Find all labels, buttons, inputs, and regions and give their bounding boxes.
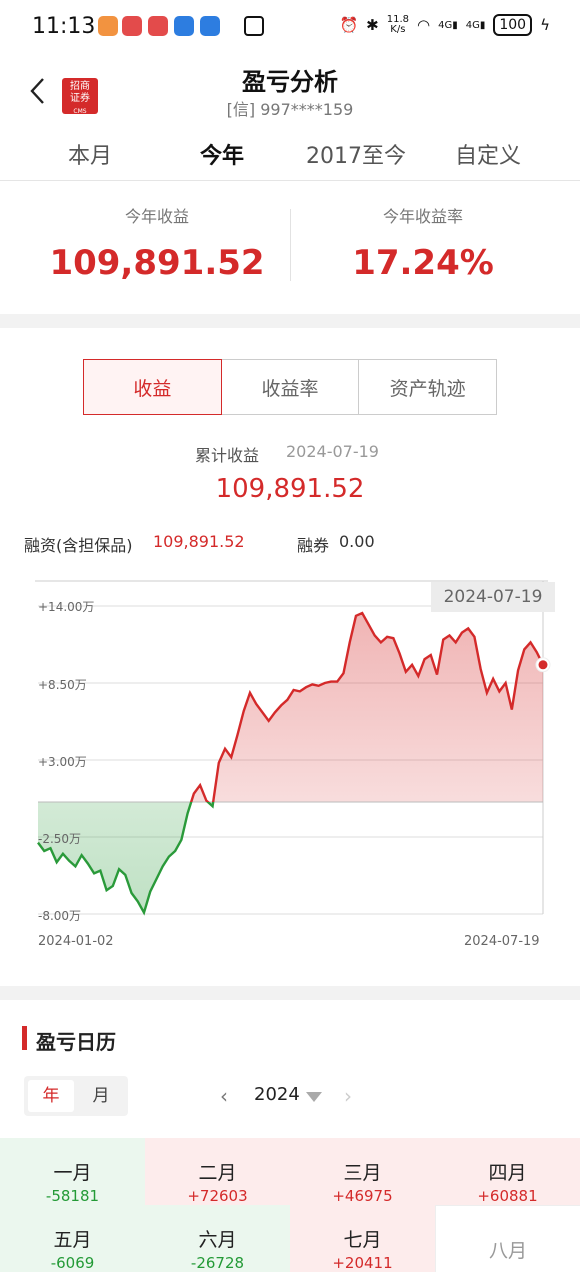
signal-icon: 4G▮ (438, 19, 458, 31)
x-tick-label: 2024-07-19 (464, 934, 540, 949)
y-tick-label: +3.00万 (38, 755, 87, 769)
cumulative-label: 累计收益 (195, 446, 260, 465)
month-cell[interactable]: 一月 -58181 (0, 1138, 145, 1205)
chevron-left-icon[interactable]: ‹ (220, 1084, 228, 1108)
status-right: ⏰ ✱ 11.8 K/s ◠ 4G▮ 4G▮ 100 ϟ (339, 14, 550, 36)
month-label: 二月 (198, 1162, 237, 1184)
toggle-month[interactable]: 月 (78, 1080, 124, 1112)
charging-icon: ϟ (540, 16, 550, 34)
dropdown-caret-icon[interactable] (306, 1092, 322, 1102)
securities-lending-value: 0.00 (339, 532, 375, 551)
tab-this-month[interactable]: 本月 (68, 138, 112, 170)
month-label: 八月 (488, 1240, 527, 1262)
month-label: 五月 (53, 1229, 92, 1251)
signal-icon: 4G▮ (465, 19, 486, 31)
account-number: [信] 997****159 (226, 100, 354, 119)
month-cell[interactable]: 六月 -26728 (145, 1205, 290, 1272)
notification-app-icon (98, 16, 118, 36)
section-gap (0, 314, 580, 328)
net-speed: 11.8 K/s (386, 14, 409, 35)
month-value: -58181 (45, 1187, 100, 1205)
nfc-icon (244, 16, 264, 36)
tab-profit[interactable]: 收益 (83, 359, 222, 415)
status-bar: 11:13 ⏰ ✱ 11.8 K/s ◠ 4G▮ 4G▮ 100 ϟ (0, 0, 580, 56)
alarm-icon: ⏰ (339, 16, 359, 34)
month-label: 四月 (488, 1162, 527, 1184)
notification-app-icon (122, 16, 142, 36)
y-tick-label: -8.00万 (38, 909, 82, 923)
month-cell[interactable]: 七月 +20411 (290, 1205, 435, 1272)
cumulative-date: 2024-07-19 (286, 442, 379, 461)
page-title: 盈亏分析 (242, 68, 338, 96)
app-header: 招商 证券 CMS 盈亏分析 [信] 997****159 (0, 56, 580, 126)
month-cell[interactable]: 五月 -6069 (0, 1205, 145, 1272)
month-value: +60881 (477, 1187, 538, 1205)
month-value: +46975 (332, 1187, 393, 1205)
summary-panel: 今年收益 109,891.52 今年收益率 17.24% (0, 181, 580, 314)
month-cell[interactable]: 八月 (435, 1205, 580, 1272)
month-cell[interactable]: 四月 +60881 (435, 1138, 580, 1205)
tab-custom[interactable]: 自定义 (455, 138, 521, 170)
bluetooth-icon: ✱ (366, 16, 379, 34)
chevron-right-icon[interactable]: › (344, 1084, 352, 1108)
section-accent-bar (22, 1026, 27, 1050)
notification-app-icon (174, 16, 194, 36)
metric-tabs: 收益 收益率 资产轨迹 (83, 359, 498, 415)
profit-chart-svg[interactable] (0, 570, 580, 960)
chart-tooltip-date: 2024-07-19 (431, 582, 555, 612)
x-tick-label: 2024-01-02 (38, 934, 114, 949)
status-time: 11:13 (32, 14, 96, 39)
notification-app-icon (148, 16, 168, 36)
tab-since-2017[interactable]: 2017至今 (306, 138, 406, 170)
financing-value: 109,891.52 (153, 532, 245, 551)
toggle-year[interactable]: 年 (28, 1080, 74, 1112)
month-label: 一月 (53, 1162, 92, 1184)
tab-this-year[interactable]: 今年 (200, 138, 244, 170)
year-selector[interactable]: 2024 (254, 1084, 300, 1105)
period-tabs: 本月 今年 2017至今 自定义 (0, 130, 580, 180)
rate-label: 今年收益率 (382, 207, 463, 226)
notification-app-icon (200, 16, 220, 36)
month-label: 六月 (198, 1229, 237, 1251)
month-value: +20411 (332, 1254, 393, 1272)
financing-label: 融资(含担保品) (24, 536, 133, 555)
month-value: -26728 (190, 1254, 245, 1272)
calendar-title: 盈亏日历 (36, 1030, 116, 1054)
y-tick-label: -2.50万 (38, 832, 82, 846)
month-label: 三月 (343, 1162, 382, 1184)
month-value: +72603 (187, 1187, 248, 1205)
year-month-toggle: 年 月 (24, 1076, 128, 1116)
month-value: -6069 (50, 1254, 95, 1272)
section-gap (0, 986, 580, 1000)
y-tick-label: +8.50万 (38, 678, 87, 692)
wifi-icon: ◠ (416, 16, 431, 34)
current-point (538, 660, 548, 670)
month-label: 七月 (343, 1229, 382, 1251)
securities-lending-label: 融券 (297, 536, 330, 555)
month-cell[interactable]: 三月 +46975 (290, 1138, 435, 1205)
tab-profit-rate[interactable]: 收益率 (221, 359, 360, 415)
tab-asset-track[interactable]: 资产轨迹 (359, 359, 498, 415)
cumulative-value: 109,891.52 (215, 474, 365, 504)
profit-label: 今年收益 (124, 207, 189, 226)
rate-value: 17.24% (352, 243, 494, 283)
y-tick-label: +14.00万 (38, 600, 95, 614)
profit-value: 109,891.52 (49, 243, 265, 283)
battery-icon: 100 (493, 14, 533, 36)
month-cell[interactable]: 二月 +72603 (145, 1138, 290, 1205)
profit-chart[interactable]: 2024-07-19 +14.00万 +8.50万 +3.00万 -2.50万 … (0, 570, 580, 960)
